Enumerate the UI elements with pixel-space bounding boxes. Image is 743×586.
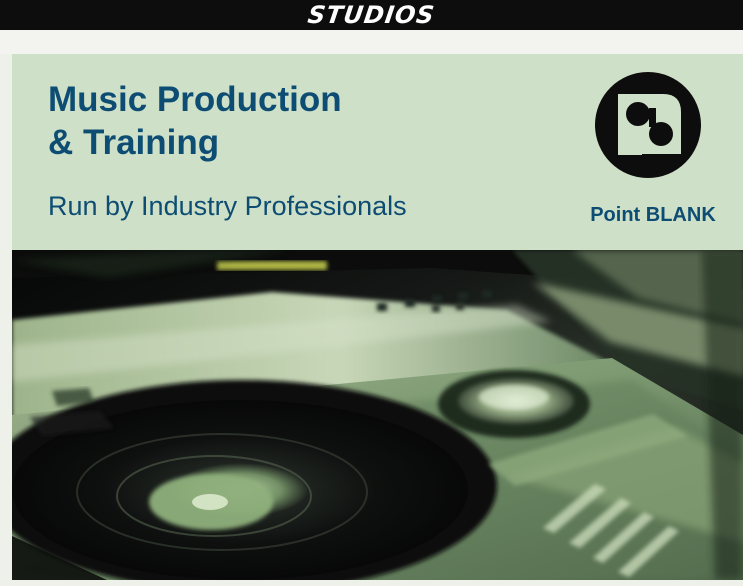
promo-headline: Music Production & Training (48, 78, 498, 164)
page: STUDIOS Music Production & Training Run … (0, 0, 743, 586)
point-blank-logo-icon (595, 72, 701, 178)
logo-label: Point BLANK (590, 204, 716, 226)
promo-subhead: Run by Industry Professionals (48, 191, 407, 221)
headline-line-2: & Training (48, 123, 220, 162)
point-blank-logo: Point BLANK (569, 68, 737, 233)
headline-line-1: Music Production (48, 80, 342, 119)
section-title: STUDIOS (306, 1, 437, 29)
spacer-strip (0, 30, 743, 54)
top-banner: STUDIOS (0, 0, 743, 30)
promo-header-panel: Music Production & Training Run by Indus… (12, 54, 743, 250)
dj-turntable-photo (12, 250, 743, 580)
hero-photo (12, 250, 743, 580)
